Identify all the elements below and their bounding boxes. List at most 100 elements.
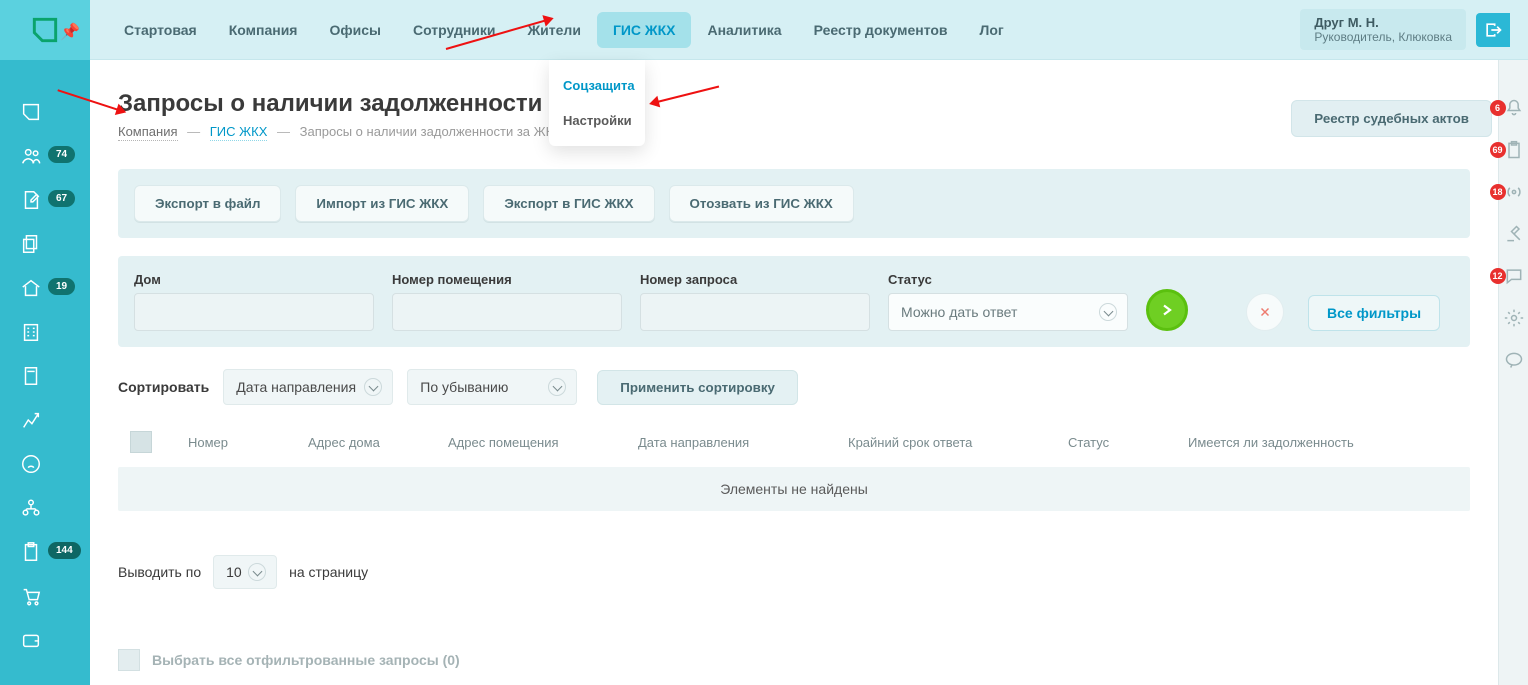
col-deadline: Крайний срок ответа [842,435,1062,450]
btn-recall-gis[interactable]: Отозвать из ГИС ЖКХ [669,185,854,222]
gavel-icon [1504,224,1524,244]
sidebar-item-clipboard[interactable]: 144 [0,530,90,574]
sidebar-item-complaints[interactable] [0,442,90,486]
pin-icon[interactable]: 📌 [60,22,80,42]
rail-auction[interactable] [1504,224,1524,244]
page-title: Запросы о наличии задолженности за Ж [118,90,1470,118]
rail-chat[interactable]: 12 [1504,266,1524,286]
sidebar-item-org[interactable] [0,486,90,530]
bulk-select-label: Выбрать все отфильтрованные запросы (0) [152,652,460,668]
pager: Выводить по 10 на страницу [118,555,1470,589]
rail-badge-bell: 6 [1490,100,1506,116]
wallet-icon [20,629,42,651]
chevron-down-icon [1099,303,1117,321]
sad-face-icon [20,453,42,475]
house-icon [20,277,42,299]
nav-start[interactable]: Стартовая [108,12,213,48]
right-rail: 6 69 18 12 [1498,60,1528,685]
apply-filters-button[interactable] [1146,289,1188,331]
sort-field-select[interactable]: Дата направления [223,369,393,405]
sidebar-badge-people: 74 [48,146,75,163]
logo-icon [29,14,61,46]
sidebar-badge-edit-doc: 67 [48,190,75,207]
nav-gis-zhkh[interactable]: ГИС ЖКХ [597,12,692,48]
chat-icon [1504,266,1524,286]
nav-analytics[interactable]: Аналитика [691,12,797,48]
nav-company[interactable]: Компания [213,12,314,48]
nav-log[interactable]: Лог [964,12,1020,48]
all-filters-button[interactable]: Все фильтры [1308,295,1440,331]
filter-request: Номер запроса [640,272,870,331]
calculator-icon [20,365,42,387]
select-all-checkbox[interactable] [130,431,152,453]
table-empty-row: Элементы не найдены [118,467,1470,511]
btn-export-file[interactable]: Экспорт в файл [134,185,281,222]
breadcrumb-company[interactable]: Компания [118,124,178,141]
filter-house-input[interactable] [134,293,374,331]
dropdown-item-soczashchita[interactable]: Соцзащита [549,68,645,103]
apply-sort-button[interactable]: Применить сортировку [597,370,798,405]
filter-status-select[interactable]: Можно дать ответ [888,293,1128,331]
app-logo[interactable]: 📌 [0,0,90,60]
sidebar-item-calculator[interactable] [0,354,90,398]
logo-outline-icon [20,101,42,123]
filter-house-label: Дом [134,272,374,287]
rail-badge-tasks: 69 [1490,142,1506,158]
nav-residents[interactable]: Жители [512,12,597,48]
rail-broadcast[interactable]: 18 [1504,182,1524,202]
sort-dir-select[interactable]: По убыванию [407,369,577,405]
breadcrumb: Компания — ГИС ЖКХ — Запросы о наличии з… [118,124,1470,139]
main-content: Запросы о наличии задолженности за Ж Ком… [90,78,1498,671]
rail-settings[interactable] [1504,308,1524,328]
breadcrumb-gis[interactable]: ГИС ЖКХ [210,124,268,141]
nav-offices[interactable]: Офисы [313,12,397,48]
breadcrumb-sep: — [277,124,290,139]
filter-room-input[interactable] [392,293,622,331]
btn-import-gis[interactable]: Импорт из ГИС ЖКХ [295,185,469,222]
court-acts-registry-button[interactable]: Реестр судебных актов [1291,100,1492,137]
col-sent-date: Дата направления [632,435,842,450]
dropdown-item-settings[interactable]: Настройки [549,103,645,138]
rail-messages[interactable] [1504,350,1524,370]
col-house-addr: Адрес дома [302,435,442,450]
sidebar-item-chart[interactable] [0,398,90,442]
people-icon [20,145,42,167]
col-has-debt: Имеется ли задолженность [1182,435,1422,450]
sidebar-badge-house: 19 [48,278,75,295]
nav-docs-registry[interactable]: Реестр документов [798,12,964,48]
chart-icon [20,409,42,431]
rail-notifications[interactable]: 6 [1504,98,1524,118]
arrow-right-icon [1158,301,1176,319]
clear-filters-button[interactable] [1246,293,1284,331]
sidebar-item-house[interactable]: 19 [0,266,90,310]
sidebar-item-wallet[interactable] [0,618,90,662]
col-number: Номер [182,435,302,450]
sidebar-item-building[interactable] [0,310,90,354]
clipboard-icon [1504,140,1524,160]
filter-request-input[interactable] [640,293,870,331]
col-room-addr: Адрес помещения [442,435,632,450]
sidebar-item-copy-doc[interactable] [0,222,90,266]
sidebar-item-people[interactable]: 74 [0,134,90,178]
chevron-down-icon [248,563,266,581]
bell-icon [1504,98,1524,118]
rail-tasks[interactable]: 69 [1504,140,1524,160]
bulk-select-row: Выбрать все отфильтрованные запросы (0) [118,649,1470,671]
top-nav: Стартовая Компания Офисы Сотрудники Жите… [108,12,1020,48]
pager-size-select[interactable]: 10 [213,555,277,589]
table-header: Номер Адрес дома Адрес помещения Дата на… [118,431,1470,467]
btn-export-gis[interactable]: Экспорт в ГИС ЖКХ [483,185,654,222]
filter-status-value: Можно дать ответ [901,304,1017,320]
nav-employees[interactable]: Сотрудники [397,12,512,48]
logout-button[interactable] [1476,13,1510,47]
col-status: Статус [1062,435,1182,450]
rail-badge-broadcast: 18 [1490,184,1506,200]
sidebar-item-edit-doc[interactable]: 67 [0,178,90,222]
bulk-select-checkbox[interactable] [118,649,140,671]
sidebar-badge-clipboard: 144 [48,542,81,559]
sidebar-item-cart[interactable] [0,574,90,618]
user-chip[interactable]: Друг М. Н. Руководитель, Клюковка [1300,9,1466,50]
copy-doc-icon [20,233,42,255]
cart-icon [20,585,42,607]
user-name: Друг М. Н. [1314,15,1452,30]
